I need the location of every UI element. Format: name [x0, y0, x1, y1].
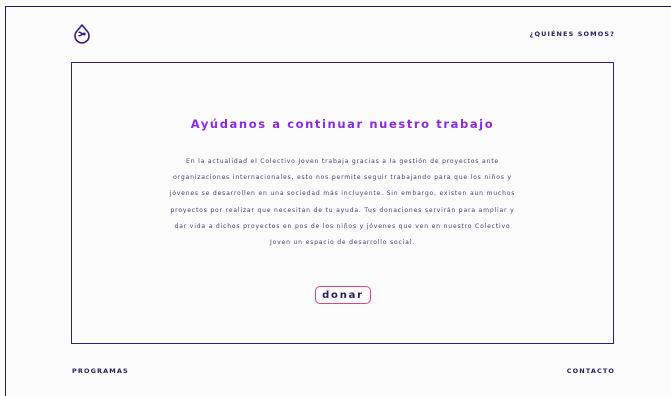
donation-card: Ayúdanos a continuar nuestro trabajo En …	[71, 62, 614, 344]
nav-link-about[interactable]: ¿QUIÉNES SOMOS?	[530, 30, 615, 38]
donate-button[interactable]: donar	[315, 286, 371, 304]
nav-link-contact[interactable]: CONTACTO	[567, 367, 615, 375]
page-title: Ayúdanos a continuar nuestro trabajo	[190, 117, 495, 131]
donation-description: En la actualidad el Colectivo Joven trab…	[169, 158, 516, 247]
nav-link-programs[interactable]: PROGRAMAS	[72, 367, 129, 375]
drop-infinity-logo-icon[interactable]	[72, 24, 92, 46]
